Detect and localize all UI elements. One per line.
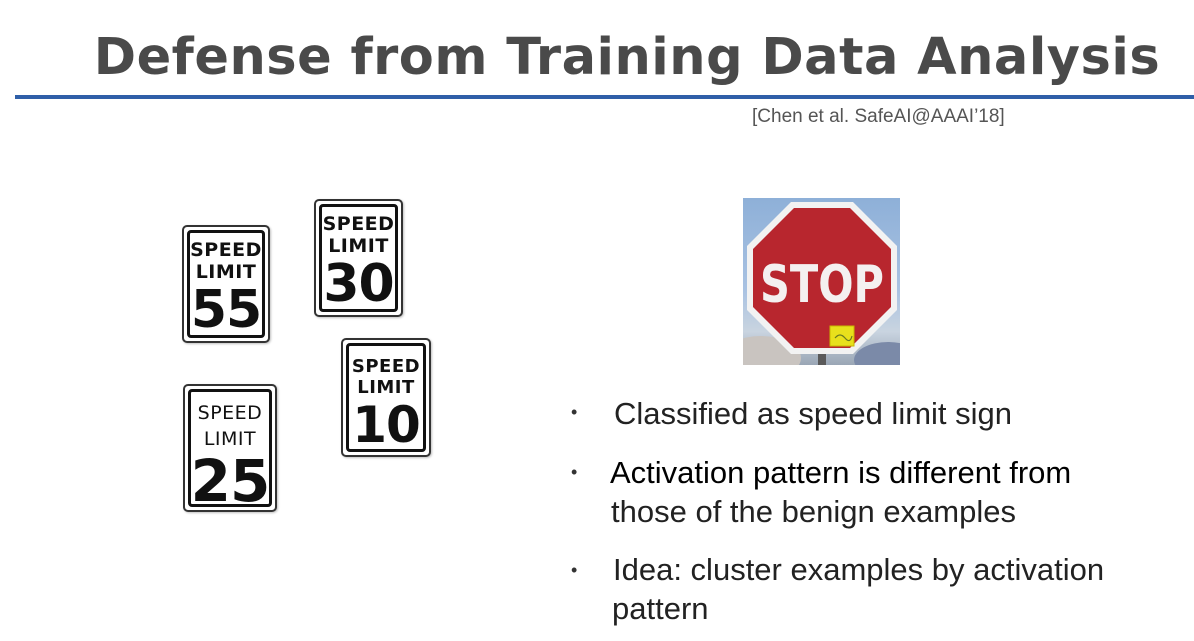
sign-number: 55 — [190, 280, 262, 340]
sign-number: 10 — [352, 396, 421, 454]
sign-word-limit: LIMIT — [357, 377, 415, 398]
sign-word-speed: SPEED — [351, 356, 421, 377]
sign-word-speed: SPEED — [190, 239, 262, 261]
bullet-marker: • — [571, 462, 578, 482]
bullet-text-line1: Idea: cluster examples by activation — [613, 552, 1105, 587]
sign-word-speed: SPEED — [197, 402, 263, 424]
bullet-idea: Idea: cluster examples by activation pat… — [612, 550, 1193, 628]
bullet-marker: • — [571, 560, 578, 580]
sign-number: 25 — [190, 447, 271, 515]
bullet-text: Classified as speed limit sign — [614, 396, 1013, 431]
bullet-text-line1: Activation pattern is different from — [610, 455, 1072, 490]
bullet-text-line2: those of the benign examples — [611, 494, 1016, 529]
sign-number: 30 — [323, 254, 394, 314]
title-divider — [15, 95, 1194, 99]
stop-sign-text: STOP — [760, 255, 884, 315]
bullet-activation-pattern: Activation pattern is different from tho… — [610, 453, 1170, 531]
slide-title: Defense from Training Data Analysis — [93, 28, 1161, 87]
speed-limit-sign-55: SPEED LIMIT 55 — [182, 225, 270, 343]
speed-limit-sign-30: SPEED LIMIT 30 — [314, 199, 403, 317]
bullet-classified: Classified as speed limit sign — [614, 394, 1012, 433]
speed-limit-sign-25: SPEED LIMIT 25 — [183, 384, 277, 512]
stop-sign-photo: STOP — [743, 198, 900, 365]
bullet-text-line2: pattern — [612, 591, 709, 626]
citation: [Chen et al. SafeAI@AAAI’18] — [752, 106, 1005, 127]
sign-word-speed: SPEED — [322, 213, 395, 235]
speed-limit-sign-10: SPEED LIMIT 10 — [341, 338, 431, 457]
bullet-marker: • — [571, 402, 578, 422]
stop-sign-image: STOP — [743, 202, 900, 365]
